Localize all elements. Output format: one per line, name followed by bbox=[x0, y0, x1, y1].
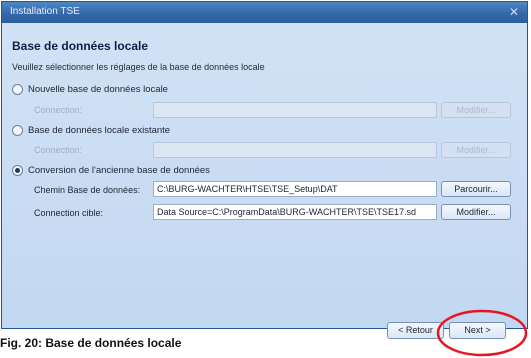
radio-button-icon[interactable] bbox=[12, 84, 23, 95]
radio-label: Conversion de l'ancienne base de données bbox=[28, 165, 210, 176]
connection-label: Connection: bbox=[34, 145, 83, 155]
radio-button-icon[interactable] bbox=[12, 125, 23, 136]
browse-button[interactable]: Parcourir... bbox=[441, 181, 511, 197]
radio-label: Base de données locale existante bbox=[28, 125, 171, 136]
page-subtitle: Veuillez sélectionner les réglages de la… bbox=[12, 62, 265, 72]
target-connection-field[interactable]: Data Source=C:\ProgramData\BURG-WACHTER\… bbox=[153, 204, 437, 220]
modify-button-existing[interactable]: Modifier... bbox=[441, 142, 511, 158]
db-path-label: Chemin Base de données: bbox=[34, 185, 141, 195]
db-path-field[interactable]: C:\BURG-WACHTER\HTSE\TSE_Setup\DAT bbox=[153, 181, 437, 197]
connection-label: Connection: bbox=[34, 105, 83, 115]
figure-caption: Fig. 20: Base de données locale bbox=[0, 336, 182, 350]
target-connection-label: Connection cible: bbox=[34, 208, 104, 218]
radio-existing-local-db[interactable]: Base de données locale existante bbox=[12, 125, 170, 136]
modify-button-target[interactable]: Modifier... bbox=[441, 204, 511, 220]
page-heading: Base de données locale bbox=[12, 39, 149, 53]
connection-field-existing[interactable] bbox=[153, 142, 437, 158]
radio-convert-old-db[interactable]: Conversion de l'ancienne base de données bbox=[12, 165, 210, 176]
radio-button-checked-icon[interactable] bbox=[12, 165, 23, 176]
next-button[interactable]: Next > bbox=[449, 322, 506, 339]
close-icon[interactable]: ✕ bbox=[507, 5, 521, 19]
radio-label: Nouvelle base de données locale bbox=[28, 84, 168, 95]
title-bar: Installation TSE ✕ bbox=[2, 2, 527, 23]
connection-field-new[interactable] bbox=[153, 102, 437, 118]
installer-window: Installation TSE ✕ Base de données local… bbox=[1, 1, 528, 339]
modify-button-new[interactable]: Modifier... bbox=[441, 102, 511, 118]
back-button[interactable]: < Retour bbox=[387, 322, 444, 339]
window-title: Installation TSE bbox=[10, 6, 80, 17]
radio-new-local-db[interactable]: Nouvelle base de données locale bbox=[12, 84, 168, 95]
